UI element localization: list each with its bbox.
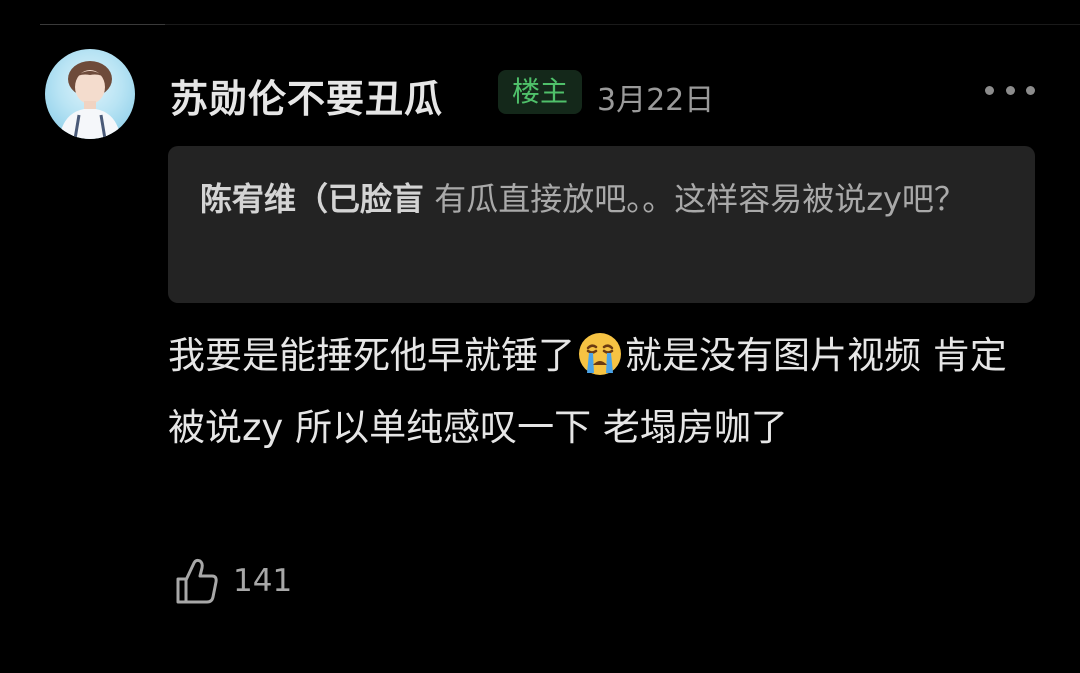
more-dots-icon[interactable] <box>985 78 1035 102</box>
avatar[interactable] <box>45 49 135 139</box>
comment-body-part1: 我要是能捶死他早就锤了 <box>168 334 575 377</box>
crying-face-emoji <box>577 329 623 375</box>
like-count: 141 <box>233 563 293 599</box>
quote-content: 有瓜直接放吧。。这样容易被说zy吧？ <box>424 180 966 218</box>
like-button[interactable]: 141 <box>175 556 292 606</box>
dot <box>985 85 994 95</box>
divider-line-faint <box>165 24 1080 25</box>
divider-line <box>40 24 165 25</box>
dot <box>1026 85 1035 95</box>
comment-body: 我要是能捶死他早就锤了 就是没有图片视频 肯定被说zy 所以单纯感叹一下 老塌房… <box>168 320 1038 464</box>
username[interactable]: 苏勋伦不要丑瓜 <box>170 68 443 123</box>
quote-text: 陈宥维（已脸盲 有瓜直接放吧。。这样容易被说zy吧？ <box>200 174 1020 224</box>
quote-author[interactable]: 陈宥维（已脸盲 <box>200 180 424 218</box>
op-badge: 楼主 <box>498 70 582 114</box>
dot <box>1005 85 1015 95</box>
post-date: 3月22日 <box>597 83 715 118</box>
thumbs-up-icon <box>176 558 218 604</box>
quoted-reply[interactable]: 陈宥维（已脸盲 有瓜直接放吧。。这样容易被说zy吧？ <box>168 146 1035 303</box>
